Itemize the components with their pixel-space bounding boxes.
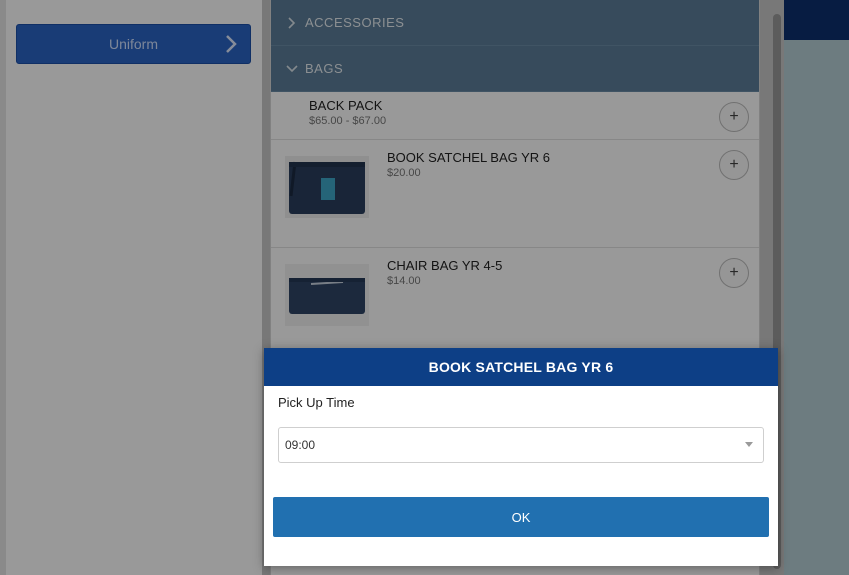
dropdown-arrow-icon (745, 442, 753, 447)
pickup-time-dialog: BOOK SATCHEL BAG YR 6 Pick Up Time 09:00… (264, 348, 778, 566)
pickup-time-label: Pick Up Time (278, 395, 355, 410)
dialog-title: BOOK SATCHEL BAG YR 6 (264, 348, 778, 386)
pickup-time-value: 09:00 (285, 438, 316, 452)
ok-button[interactable]: OK (273, 497, 769, 537)
pickup-time-select[interactable]: 09:00 (278, 427, 764, 463)
